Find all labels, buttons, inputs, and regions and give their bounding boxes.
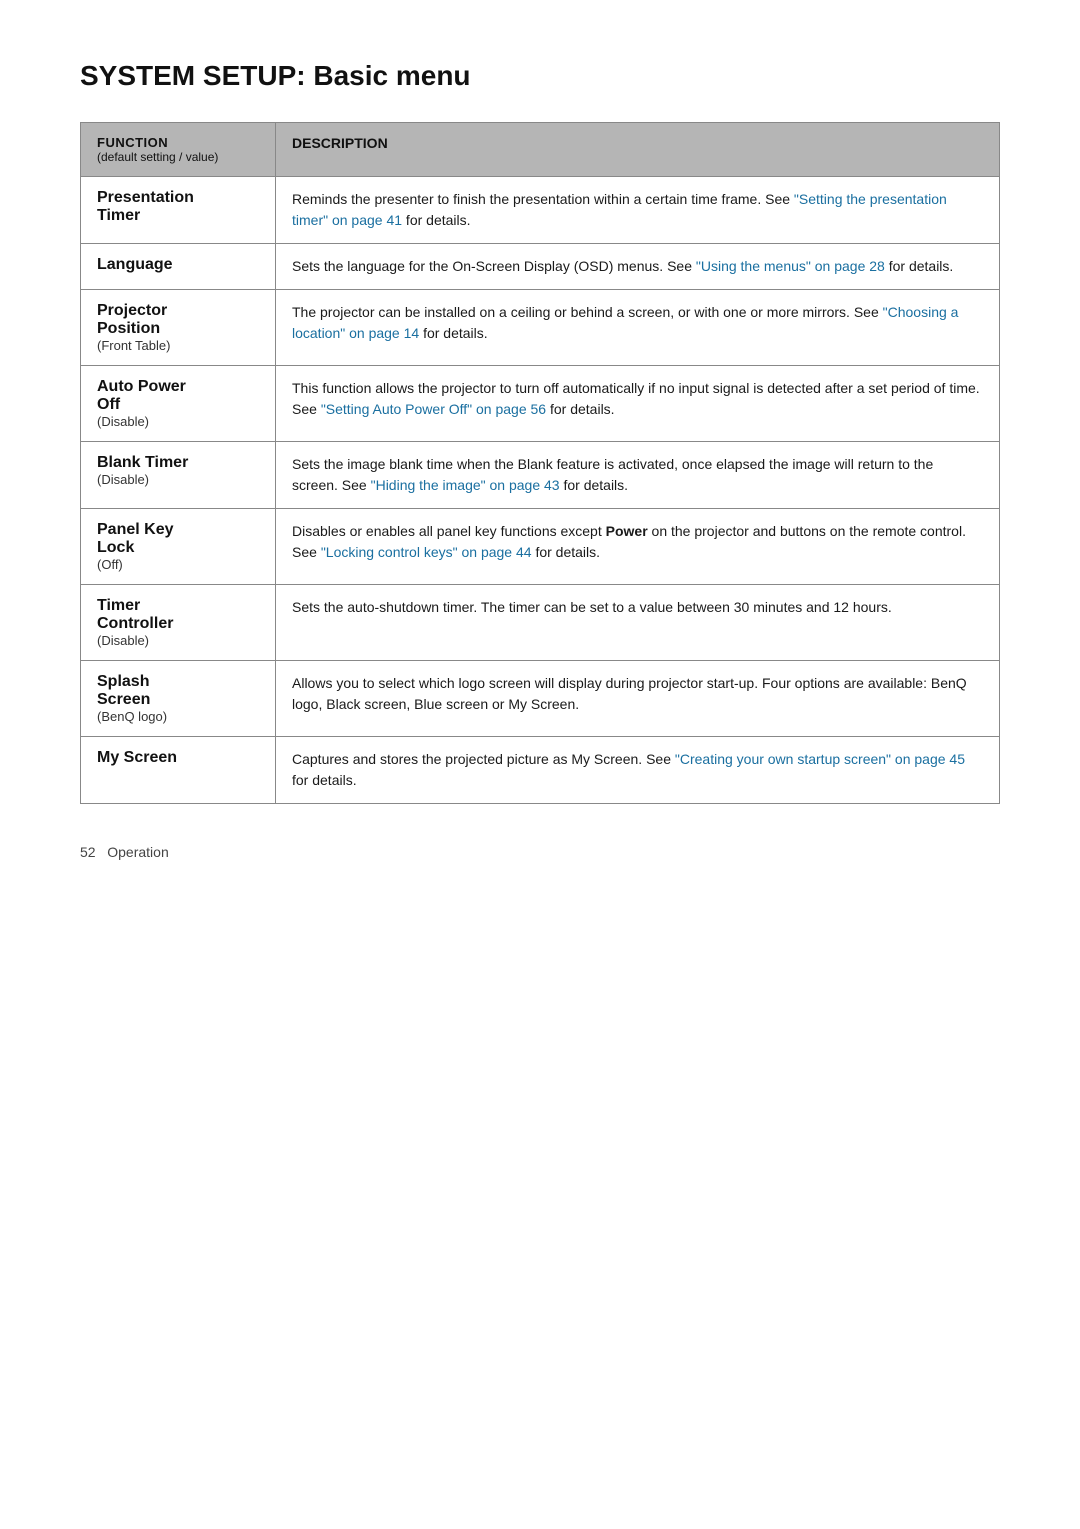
link-auto-power-off[interactable]: "Setting Auto Power Off" on page 56 [321,401,546,417]
header-function-sub: (default setting / value) [97,150,259,164]
function-name: Language [97,256,259,274]
description-cell-auto-power-off: This function allows the projector to tu… [276,366,1000,442]
function-name: ProjectorPosition [97,302,259,338]
header-description-label: DESCRIPTION [292,135,388,151]
function-cell-timer-controller: TimerController (Disable) [81,585,276,661]
table-row: Language Sets the language for the On-Sc… [81,244,1000,290]
table-row: PresentationTimer Reminds the presenter … [81,177,1000,244]
function-cell-blank-timer: Blank Timer (Disable) [81,442,276,509]
description-cell-panel-key-lock: Disables or enables all panel key functi… [276,509,1000,585]
function-default: (Front Table) [97,338,259,353]
function-cell-auto-power-off: Auto PowerOff (Disable) [81,366,276,442]
table-row: SplashScreen (BenQ logo) Allows you to s… [81,661,1000,737]
function-default: (BenQ logo) [97,709,259,724]
function-name: Panel KeyLock [97,521,259,557]
function-name: Auto PowerOff [97,378,259,414]
function-name: Blank Timer [97,454,259,472]
function-name: My Screen [97,749,259,767]
function-name: TimerController [97,597,259,633]
table-row: My Screen Captures and stores the projec… [81,737,1000,804]
link-my-screen[interactable]: "Creating your own startup screen" on pa… [675,751,965,767]
footer: 52 Operation [80,844,1000,860]
description-cell-projector-position: The projector can be installed on a ceil… [276,290,1000,366]
link-projector-position[interactable]: "Choosing a location" on page 14 [292,304,958,341]
function-cell-panel-key-lock: Panel KeyLock (Off) [81,509,276,585]
function-name: PresentationTimer [97,189,259,225]
description-cell-language: Sets the language for the On-Screen Disp… [276,244,1000,290]
link-blank-timer[interactable]: "Hiding the image" on page 43 [371,477,560,493]
function-default: (Disable) [97,633,259,648]
function-cell-splash-screen: SplashScreen (BenQ logo) [81,661,276,737]
function-default: (Off) [97,557,259,572]
footer-page-number: 52 [80,844,96,860]
description-cell-splash-screen: Allows you to select which logo screen w… [276,661,1000,737]
function-default: (Disable) [97,414,259,429]
link-presentation-timer[interactable]: "Setting the presentation timer" on page… [292,191,947,228]
header-function-label: FUNCTION [97,135,259,150]
link-language[interactable]: "Using the menus" on page 28 [696,258,885,274]
function-cell-language: Language [81,244,276,290]
header-function-cell: FUNCTION (default setting / value) [81,123,276,177]
table-row: Blank Timer (Disable) Sets the image bla… [81,442,1000,509]
description-cell-presentation-timer: Reminds the presenter to finish the pres… [276,177,1000,244]
footer-label: Operation [107,844,168,860]
description-cell-blank-timer: Sets the image blank time when the Blank… [276,442,1000,509]
function-cell-projector-position: ProjectorPosition (Front Table) [81,290,276,366]
table-row: ProjectorPosition (Front Table) The proj… [81,290,1000,366]
function-cell-my-screen: My Screen [81,737,276,804]
description-cell-timer-controller: Sets the auto-shutdown timer. The timer … [276,585,1000,661]
table-row: TimerController (Disable) Sets the auto-… [81,585,1000,661]
function-name: SplashScreen [97,673,259,709]
link-panel-key-lock[interactable]: "Locking control keys" on page 44 [321,544,532,560]
main-table: FUNCTION (default setting / value) DESCR… [80,122,1000,804]
page-title: SYSTEM SETUP: Basic menu [80,60,1000,92]
table-row: Auto PowerOff (Disable) This function al… [81,366,1000,442]
function-cell-presentation-timer: PresentationTimer [81,177,276,244]
function-default: (Disable) [97,472,259,487]
header-description-cell: DESCRIPTION [276,123,1000,177]
table-row: Panel KeyLock (Off) Disables or enables … [81,509,1000,585]
description-cell-my-screen: Captures and stores the projected pictur… [276,737,1000,804]
table-header: FUNCTION (default setting / value) DESCR… [81,123,1000,177]
